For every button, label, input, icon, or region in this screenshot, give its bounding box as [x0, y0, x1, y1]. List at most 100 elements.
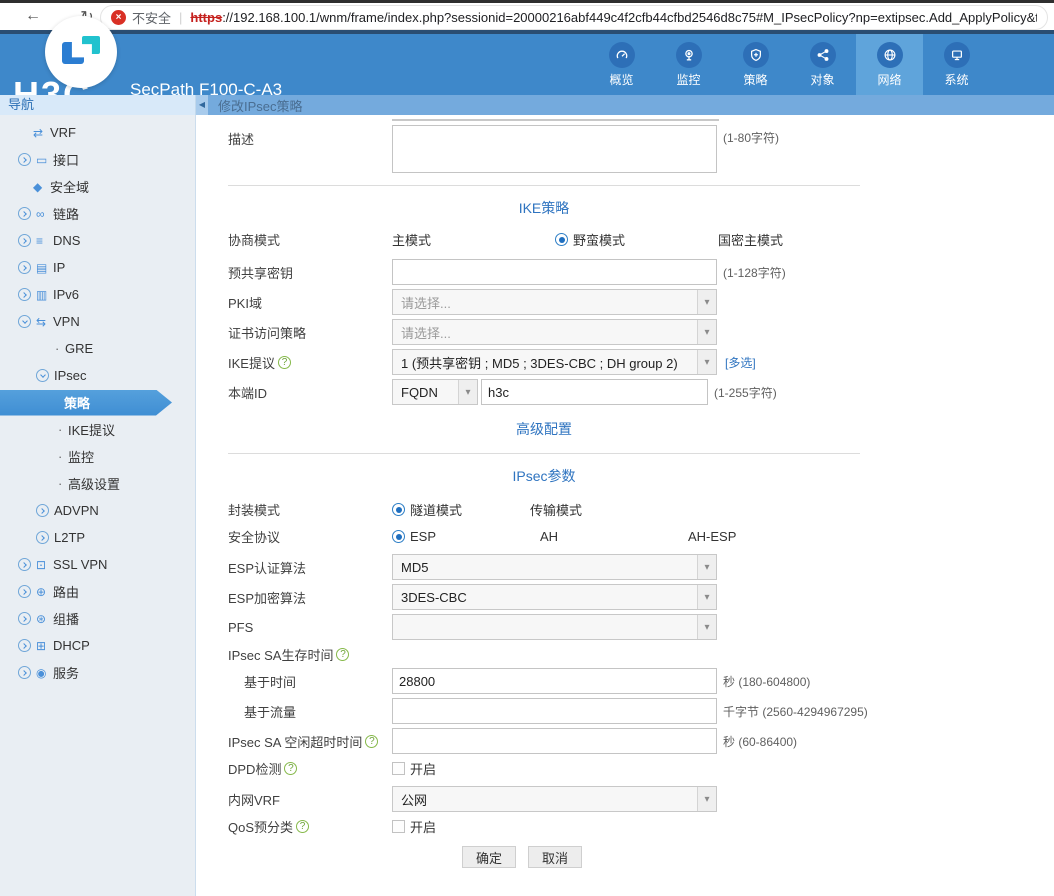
dropdown-arrow-icon[interactable]: ▾: [697, 320, 716, 344]
expand-icon[interactable]: [18, 639, 31, 652]
sidebar-item-service[interactable]: ◉ 服务: [0, 659, 195, 686]
sidebar-item-dns[interactable]: ≡ DNS: [0, 227, 195, 254]
radio-transport-mode[interactable]: 传输模式: [530, 500, 582, 519]
radio-main-mode[interactable]: 主模式: [392, 230, 555, 249]
address-bar[interactable]: × 不安全 | https://192.168.100.1/wnm/frame/…: [100, 5, 1048, 30]
ok-button[interactable]: 确定: [462, 846, 516, 868]
sidebar-item-vrf[interactable]: ⇄ VRF: [0, 119, 195, 146]
expand-icon[interactable]: [18, 153, 31, 166]
not-secure-badge-icon[interactable]: ×: [111, 10, 126, 25]
radio-tunnel-mode[interactable]: 隧道模式: [392, 500, 530, 519]
sidebar-item-dhcp[interactable]: ⊞ DHCP: [0, 632, 195, 659]
sidebar-item-route[interactable]: ⊕ 路由: [0, 578, 195, 605]
dropdown-arrow-icon[interactable]: ▾: [697, 585, 716, 609]
local-id-input[interactable]: [481, 379, 708, 405]
help-icon[interactable]: ?: [365, 735, 378, 748]
help-icon[interactable]: ?: [296, 820, 309, 833]
expand-icon[interactable]: [18, 234, 31, 247]
help-icon[interactable]: ?: [284, 762, 297, 775]
collapse-expand-icon[interactable]: [18, 315, 31, 328]
esp-auth-algo-select[interactable]: MD5 ▾: [392, 554, 717, 580]
cert-access-policy-select[interactable]: 请选择... ▾: [392, 319, 717, 345]
qos-enable-checkbox[interactable]: 开启: [392, 817, 436, 836]
pki-domain-select[interactable]: 请选择... ▾: [392, 289, 717, 315]
radio-aggressive-mode[interactable]: 野蛮模式: [555, 230, 718, 249]
description-textarea[interactable]: [392, 125, 717, 173]
ike-proposal-select[interactable]: 1 (预共享密钥 ; MD5 ; 3DES-CBC ; DH group 2) …: [392, 349, 717, 375]
radio-selected-icon[interactable]: [392, 503, 405, 516]
expand-icon[interactable]: [18, 261, 31, 274]
page-url[interactable]: https://192.168.100.1/wnm/frame/index.ph…: [190, 10, 1037, 25]
help-icon[interactable]: ?: [278, 356, 291, 369]
dropdown-arrow-icon[interactable]: ▾: [697, 555, 716, 579]
sidebar-item-ipsec[interactable]: IPsec: [0, 362, 195, 389]
dropdown-arrow-icon[interactable]: ▾: [458, 380, 477, 404]
checkbox-icon[interactable]: [392, 762, 405, 775]
radio-esp[interactable]: ESP: [392, 529, 540, 544]
sidebar-item-gre[interactable]: · GRE: [0, 335, 195, 362]
dropdown-arrow-icon[interactable]: ▾: [697, 787, 716, 811]
expand-icon[interactable]: [18, 585, 31, 598]
form-row-preshared-key: 预共享密钥 (1-128字符): [228, 259, 1054, 285]
sidebar-item-advanced-settings[interactable]: · 高级设置: [0, 470, 195, 497]
esp-enc-algo-select[interactable]: 3DES-CBC ▾: [392, 584, 717, 610]
dropdown-arrow-icon[interactable]: ▾: [697, 615, 716, 639]
expand-icon[interactable]: [18, 612, 31, 625]
sidebar-item-ike-proposal[interactable]: · IKE提议: [0, 416, 195, 443]
radio-ah-esp[interactable]: AH-ESP: [688, 529, 736, 544]
inner-vrf-select[interactable]: 公网 ▾: [392, 786, 717, 812]
sidebar-item-l2tp[interactable]: L2TP: [0, 524, 195, 551]
collapse-expand-icon[interactable]: [36, 369, 49, 382]
not-secure-label[interactable]: 不安全: [132, 8, 171, 27]
sidebar-item-ipv6[interactable]: ▥ IPv6: [0, 281, 195, 308]
advanced-config-link[interactable]: 高级配置: [228, 419, 860, 439]
sidebar-collapse-icon[interactable]: ◀: [196, 95, 208, 115]
pfs-select[interactable]: ▾: [392, 614, 717, 640]
sidebar-item-ip[interactable]: ▤ IP: [0, 254, 195, 281]
expand-icon[interactable]: [18, 558, 31, 571]
local-id-type-select[interactable]: FQDN ▾: [392, 379, 478, 405]
expand-icon[interactable]: [18, 666, 31, 679]
traffic-based-input[interactable]: [392, 698, 717, 724]
sidebar-item-ipsec-monitor[interactable]: · 监控: [0, 443, 195, 470]
cancel-button[interactable]: 取消: [528, 846, 582, 868]
radio-selected-icon[interactable]: [555, 233, 568, 246]
sidebar-item-multicast[interactable]: ⊛ 组播: [0, 605, 195, 632]
tab-system[interactable]: 系统: [923, 34, 990, 95]
dropdown-arrow-icon[interactable]: ▾: [697, 350, 716, 374]
help-icon[interactable]: ?: [336, 648, 349, 661]
tab-overview[interactable]: 概览: [588, 34, 655, 95]
checkbox-icon[interactable]: [392, 820, 405, 833]
tab-monitor[interactable]: 监控: [655, 34, 722, 95]
sidebar-item-security-zone[interactable]: ◆ 安全域: [0, 173, 195, 200]
sidebar-item-ipsec-policy-selected[interactable]: 策略: [0, 390, 172, 416]
time-based-input[interactable]: [392, 668, 717, 694]
tab-objects[interactable]: 对象: [789, 34, 856, 95]
radio-ah[interactable]: AH: [540, 529, 688, 544]
bullet-icon: ·: [58, 422, 68, 437]
tab-network[interactable]: 网络: [856, 34, 923, 95]
sidebar-item-ssl-vpn[interactable]: ⊡ SSL VPN: [0, 551, 195, 578]
dropdown-arrow-icon[interactable]: ▾: [697, 290, 716, 314]
sidebar-item-advpn[interactable]: ADVPN: [0, 497, 195, 524]
radio-gm-main-mode[interactable]: 国密主模式: [718, 230, 783, 249]
sidebar-item-interface[interactable]: ▭ 接口: [0, 146, 195, 173]
browser-back-icon[interactable]: ←: [22, 7, 44, 25]
multi-select-link[interactable]: [多选]: [725, 354, 756, 371]
expand-icon[interactable]: [36, 531, 49, 544]
gauge-icon: [609, 42, 635, 68]
expand-icon[interactable]: [36, 504, 49, 517]
expand-icon[interactable]: [18, 288, 31, 301]
tab-policy[interactable]: 策略: [722, 34, 789, 95]
form-row-sa-lifetime: IPsec SA生存时间 ?: [228, 644, 1054, 664]
floating-widget[interactable]: [45, 16, 117, 88]
expand-icon[interactable]: [18, 207, 31, 220]
idle-timeout-hint: 秒 (60-86400): [723, 733, 797, 750]
preshared-key-label: 预共享密钥: [228, 263, 392, 282]
idle-timeout-input[interactable]: [392, 728, 717, 754]
radio-selected-icon[interactable]: [392, 530, 405, 543]
sidebar-item-link[interactable]: ∞ 链路: [0, 200, 195, 227]
dpd-enable-checkbox[interactable]: 开启: [392, 759, 436, 778]
preshared-key-input[interactable]: [392, 259, 717, 285]
sidebar-item-vpn[interactable]: ⇆ VPN: [0, 308, 195, 335]
